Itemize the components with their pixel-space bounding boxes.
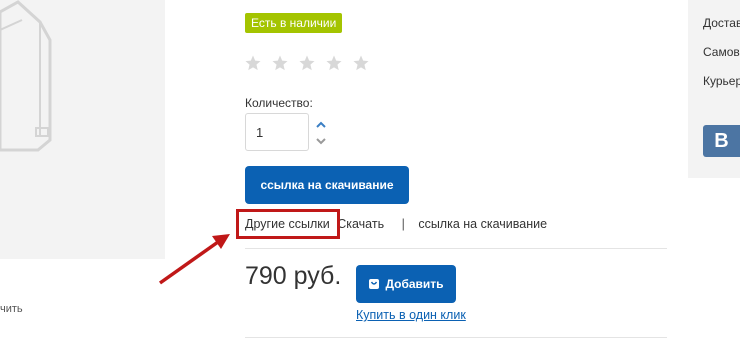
links-separator: |	[401, 217, 405, 231]
arrow-annotation-icon	[158, 234, 230, 285]
delivery-option: Достав	[703, 16, 740, 30]
chevron-up-icon[interactable]	[314, 118, 328, 132]
pickup-option: Самов	[703, 45, 740, 59]
product-image[interactable]	[0, 0, 165, 259]
star-icon[interactable]	[352, 54, 370, 72]
divider	[245, 248, 667, 249]
quantity-input[interactable]	[245, 113, 309, 151]
add-button-label: Добавить	[385, 277, 444, 291]
star-icon[interactable]	[298, 54, 316, 72]
quantity-label: Количество:	[245, 96, 313, 110]
download-link-button[interactable]: ссылка на скачивание	[245, 166, 409, 204]
star-icon[interactable]	[325, 54, 343, 72]
add-to-cart-button[interactable]: Добавить	[356, 265, 456, 303]
highlight-box	[236, 209, 340, 239]
courier-option: Курьер	[703, 74, 740, 88]
star-icon[interactable]	[271, 54, 289, 72]
vk-share-icon[interactable]: В	[703, 125, 740, 157]
cart-icon	[369, 279, 380, 289]
chevron-down-icon[interactable]	[314, 134, 328, 148]
rating-stars[interactable]	[244, 54, 370, 78]
download-link[interactable]: Скачать	[337, 217, 384, 231]
image-zoom-hint: чить	[0, 303, 23, 315]
availability-badge: Есть в наличии	[245, 13, 343, 33]
download-link-text[interactable]: ссылка на скачивание	[418, 217, 547, 231]
divider	[245, 337, 667, 338]
buy-one-click-link[interactable]: Купить в один клик	[356, 308, 466, 322]
star-icon[interactable]	[244, 54, 262, 72]
product-image-shirt	[0, 0, 52, 152]
price: 790 руб.	[245, 262, 342, 290]
